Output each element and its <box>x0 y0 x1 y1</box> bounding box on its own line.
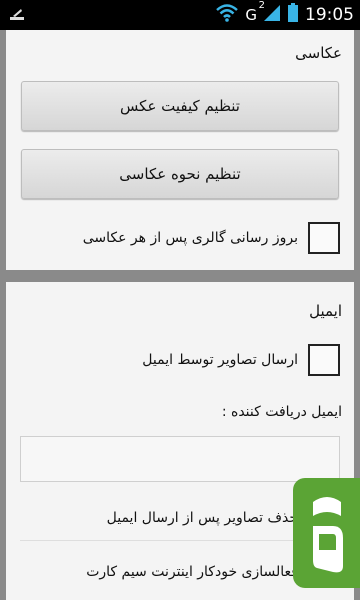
photo-quality-button[interactable]: تنظیم کیفیت عکس <box>21 81 339 131</box>
photography-section: عکاسی تنظیم کیفیت عکس تنظیم نحوه عکاسی ب… <box>6 30 354 270</box>
recipient-email-label: ایمیل دریافت کننده : <box>221 404 342 420</box>
section-title-email: ایمیل <box>309 302 342 320</box>
section-title-photography: عکاسی <box>295 44 342 62</box>
auto-sim-internet-label: فعالسازی خودکار اینترنت سیم کارت <box>86 564 298 580</box>
clock: 19:05 <box>305 5 354 25</box>
wifi-icon <box>215 3 239 27</box>
signal-icon <box>263 4 281 26</box>
send-photos-label: ارسال تصاویر توسط ایمیل <box>142 352 298 368</box>
status-bar: G2 19:05 <box>0 0 360 30</box>
divider <box>20 540 340 541</box>
photo-method-button[interactable]: تنظیم نحوه عکاسی <box>21 149 339 199</box>
delete-after-send-label: حذف تصاویر پس از ارسال ایمیل <box>106 510 298 526</box>
recipient-email-input[interactable] <box>20 436 340 482</box>
store-badge-icon <box>293 478 360 588</box>
refresh-gallery-checkbox[interactable] <box>308 222 340 254</box>
network-type: G2 <box>245 0 265 24</box>
send-photos-option[interactable]: ارسال تصاویر توسط ایمیل <box>142 344 340 376</box>
refresh-gallery-option[interactable]: بروز رسانی گالری پس از هر عکاسی <box>83 222 340 254</box>
refresh-gallery-label: بروز رسانی گالری پس از هر عکاسی <box>82 230 298 246</box>
battery-icon <box>287 3 299 27</box>
notification-icon <box>8 6 26 24</box>
status-icons: G2 19:05 <box>215 0 354 30</box>
send-photos-checkbox[interactable] <box>308 344 340 376</box>
